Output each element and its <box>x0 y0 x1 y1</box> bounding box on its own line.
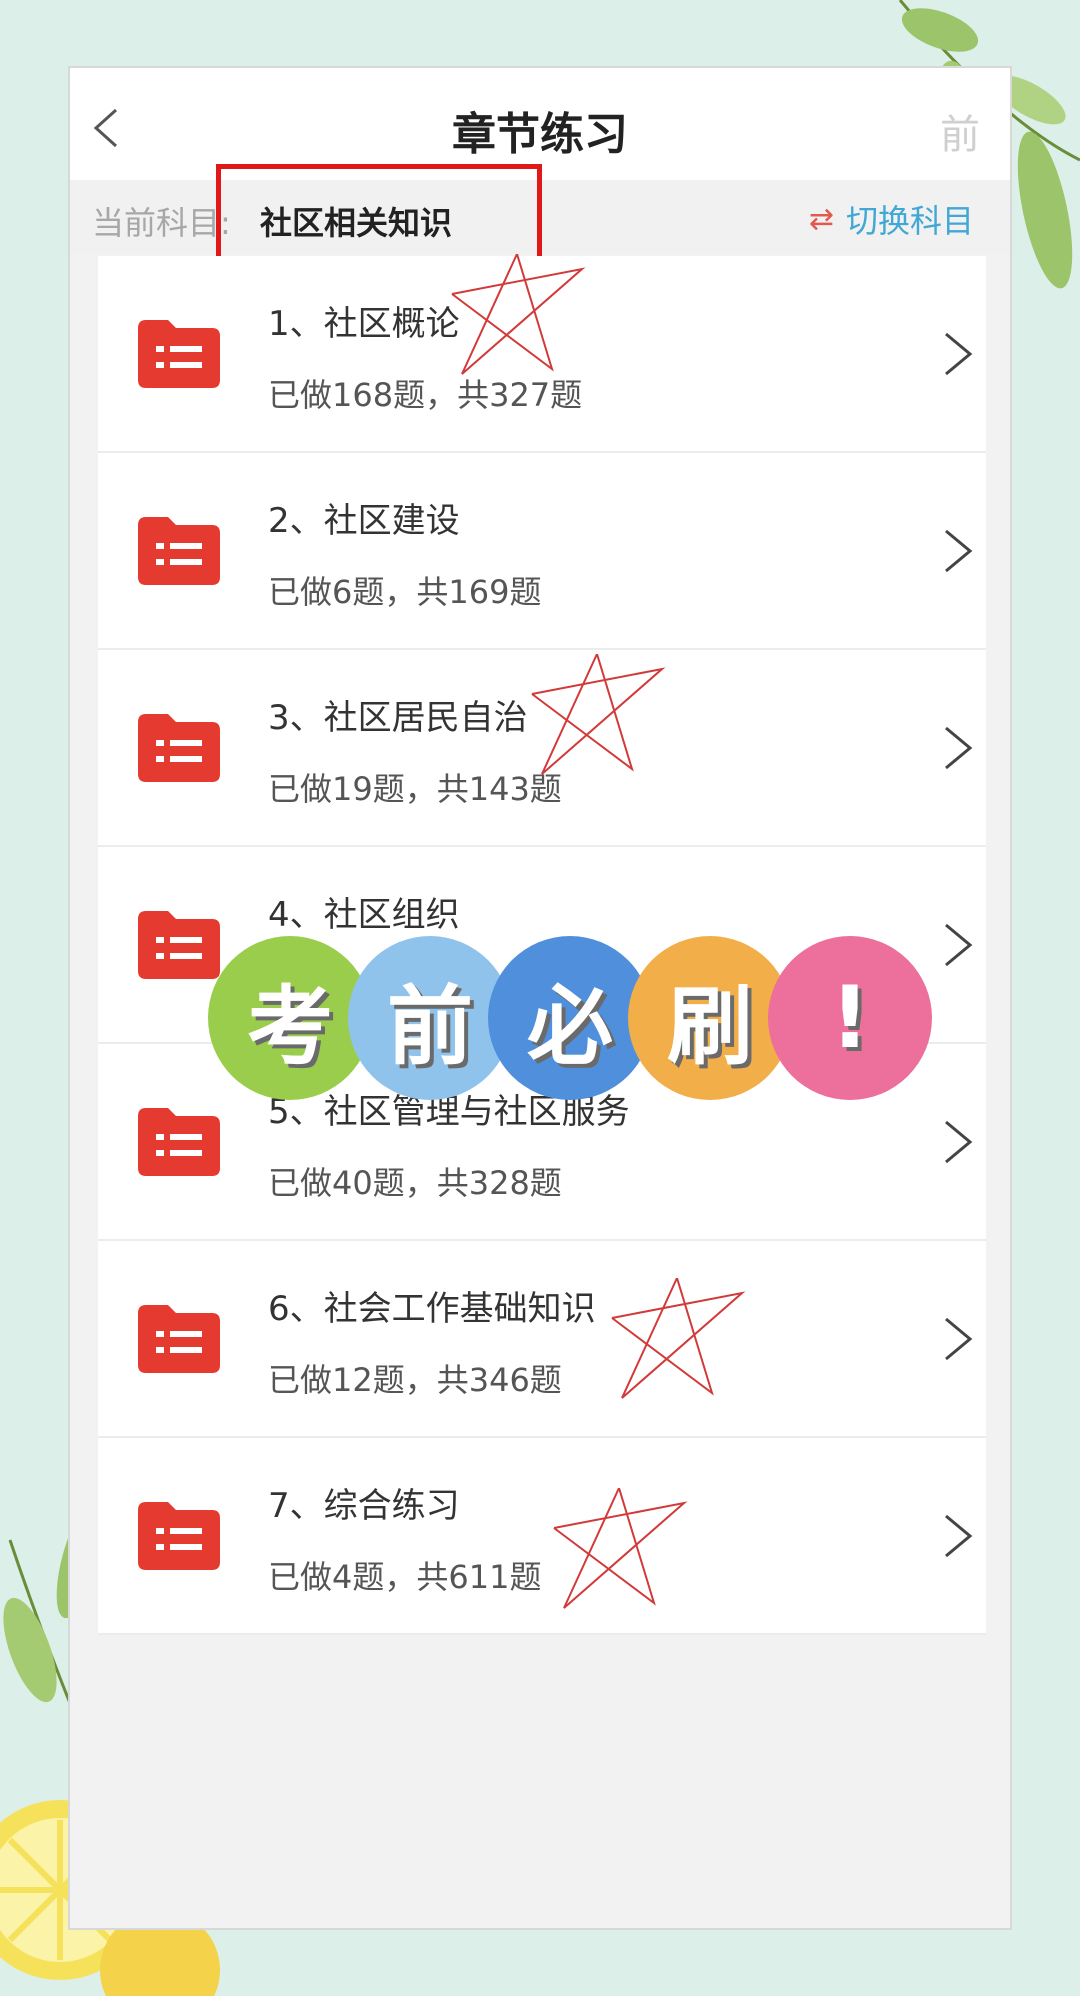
exam-sticker-banner: 考 前 必 刷 ! <box>208 936 932 1100</box>
chevron-right-icon <box>945 923 973 967</box>
chapter-title: 4、社区组织 <box>268 895 460 935</box>
chapter-title: 6、社会工作基础知识 <box>268 1289 596 1329</box>
chapter-title: 2、社区建设 <box>268 501 460 541</box>
chevron-right-icon <box>945 1514 973 1558</box>
nav-right-action[interactable]: 前 <box>940 102 980 160</box>
chapter-title: 3、社区居民自治 <box>268 698 528 738</box>
chapter-progress: 已做4题，共611题 <box>268 1558 542 1596</box>
chapter-progress: 已做12题，共346题 <box>268 1361 562 1399</box>
chevron-right-icon <box>945 332 973 376</box>
hand-drawn-star-icon <box>451 254 586 375</box>
chapter-row[interactable]: 6、社会工作基础知识 已做12题，共346题 <box>98 1241 986 1438</box>
chevron-right-icon <box>945 1120 973 1164</box>
switch-subject-label: 切换科目 <box>845 202 974 240</box>
hand-drawn-star-icon <box>553 1488 688 1609</box>
hand-drawn-star-icon <box>611 1278 746 1399</box>
folder-list-icon <box>138 517 220 585</box>
chapter-progress: 已做19题，共143题 <box>268 770 562 808</box>
folder-list-icon <box>138 320 220 388</box>
chapter-title: 1、社区概论 <box>268 304 460 344</box>
chevron-right-icon <box>945 726 973 770</box>
folder-list-icon <box>138 1108 220 1176</box>
chevron-right-icon <box>945 1317 973 1361</box>
folder-list-icon <box>138 1305 220 1373</box>
hand-drawn-star-icon <box>531 654 666 775</box>
subject-highlight-box <box>216 164 542 262</box>
folder-list-icon <box>138 714 220 782</box>
chevron-right-icon <box>945 529 973 573</box>
chapter-row[interactable]: 7、综合练习 已做4题，共611题 <box>98 1438 986 1635</box>
subject-label: 当前科目: <box>92 204 231 242</box>
chapter-row[interactable]: 2、社区建设 已做6题，共169题 <box>98 453 986 650</box>
chapter-progress: 已做6题，共169题 <box>268 573 542 611</box>
folder-list-icon <box>138 1502 220 1570</box>
chapter-title: 7、综合练习 <box>268 1486 460 1526</box>
switch-subject-button[interactable]: ⇄ 切换科目 <box>809 196 974 242</box>
swap-arrows-icon: ⇄ <box>808 201 834 237</box>
page-title: 章节练习 <box>452 109 628 160</box>
chapter-progress: 已做40题，共328题 <box>268 1164 562 1202</box>
banner-bubble: ! <box>768 936 932 1100</box>
